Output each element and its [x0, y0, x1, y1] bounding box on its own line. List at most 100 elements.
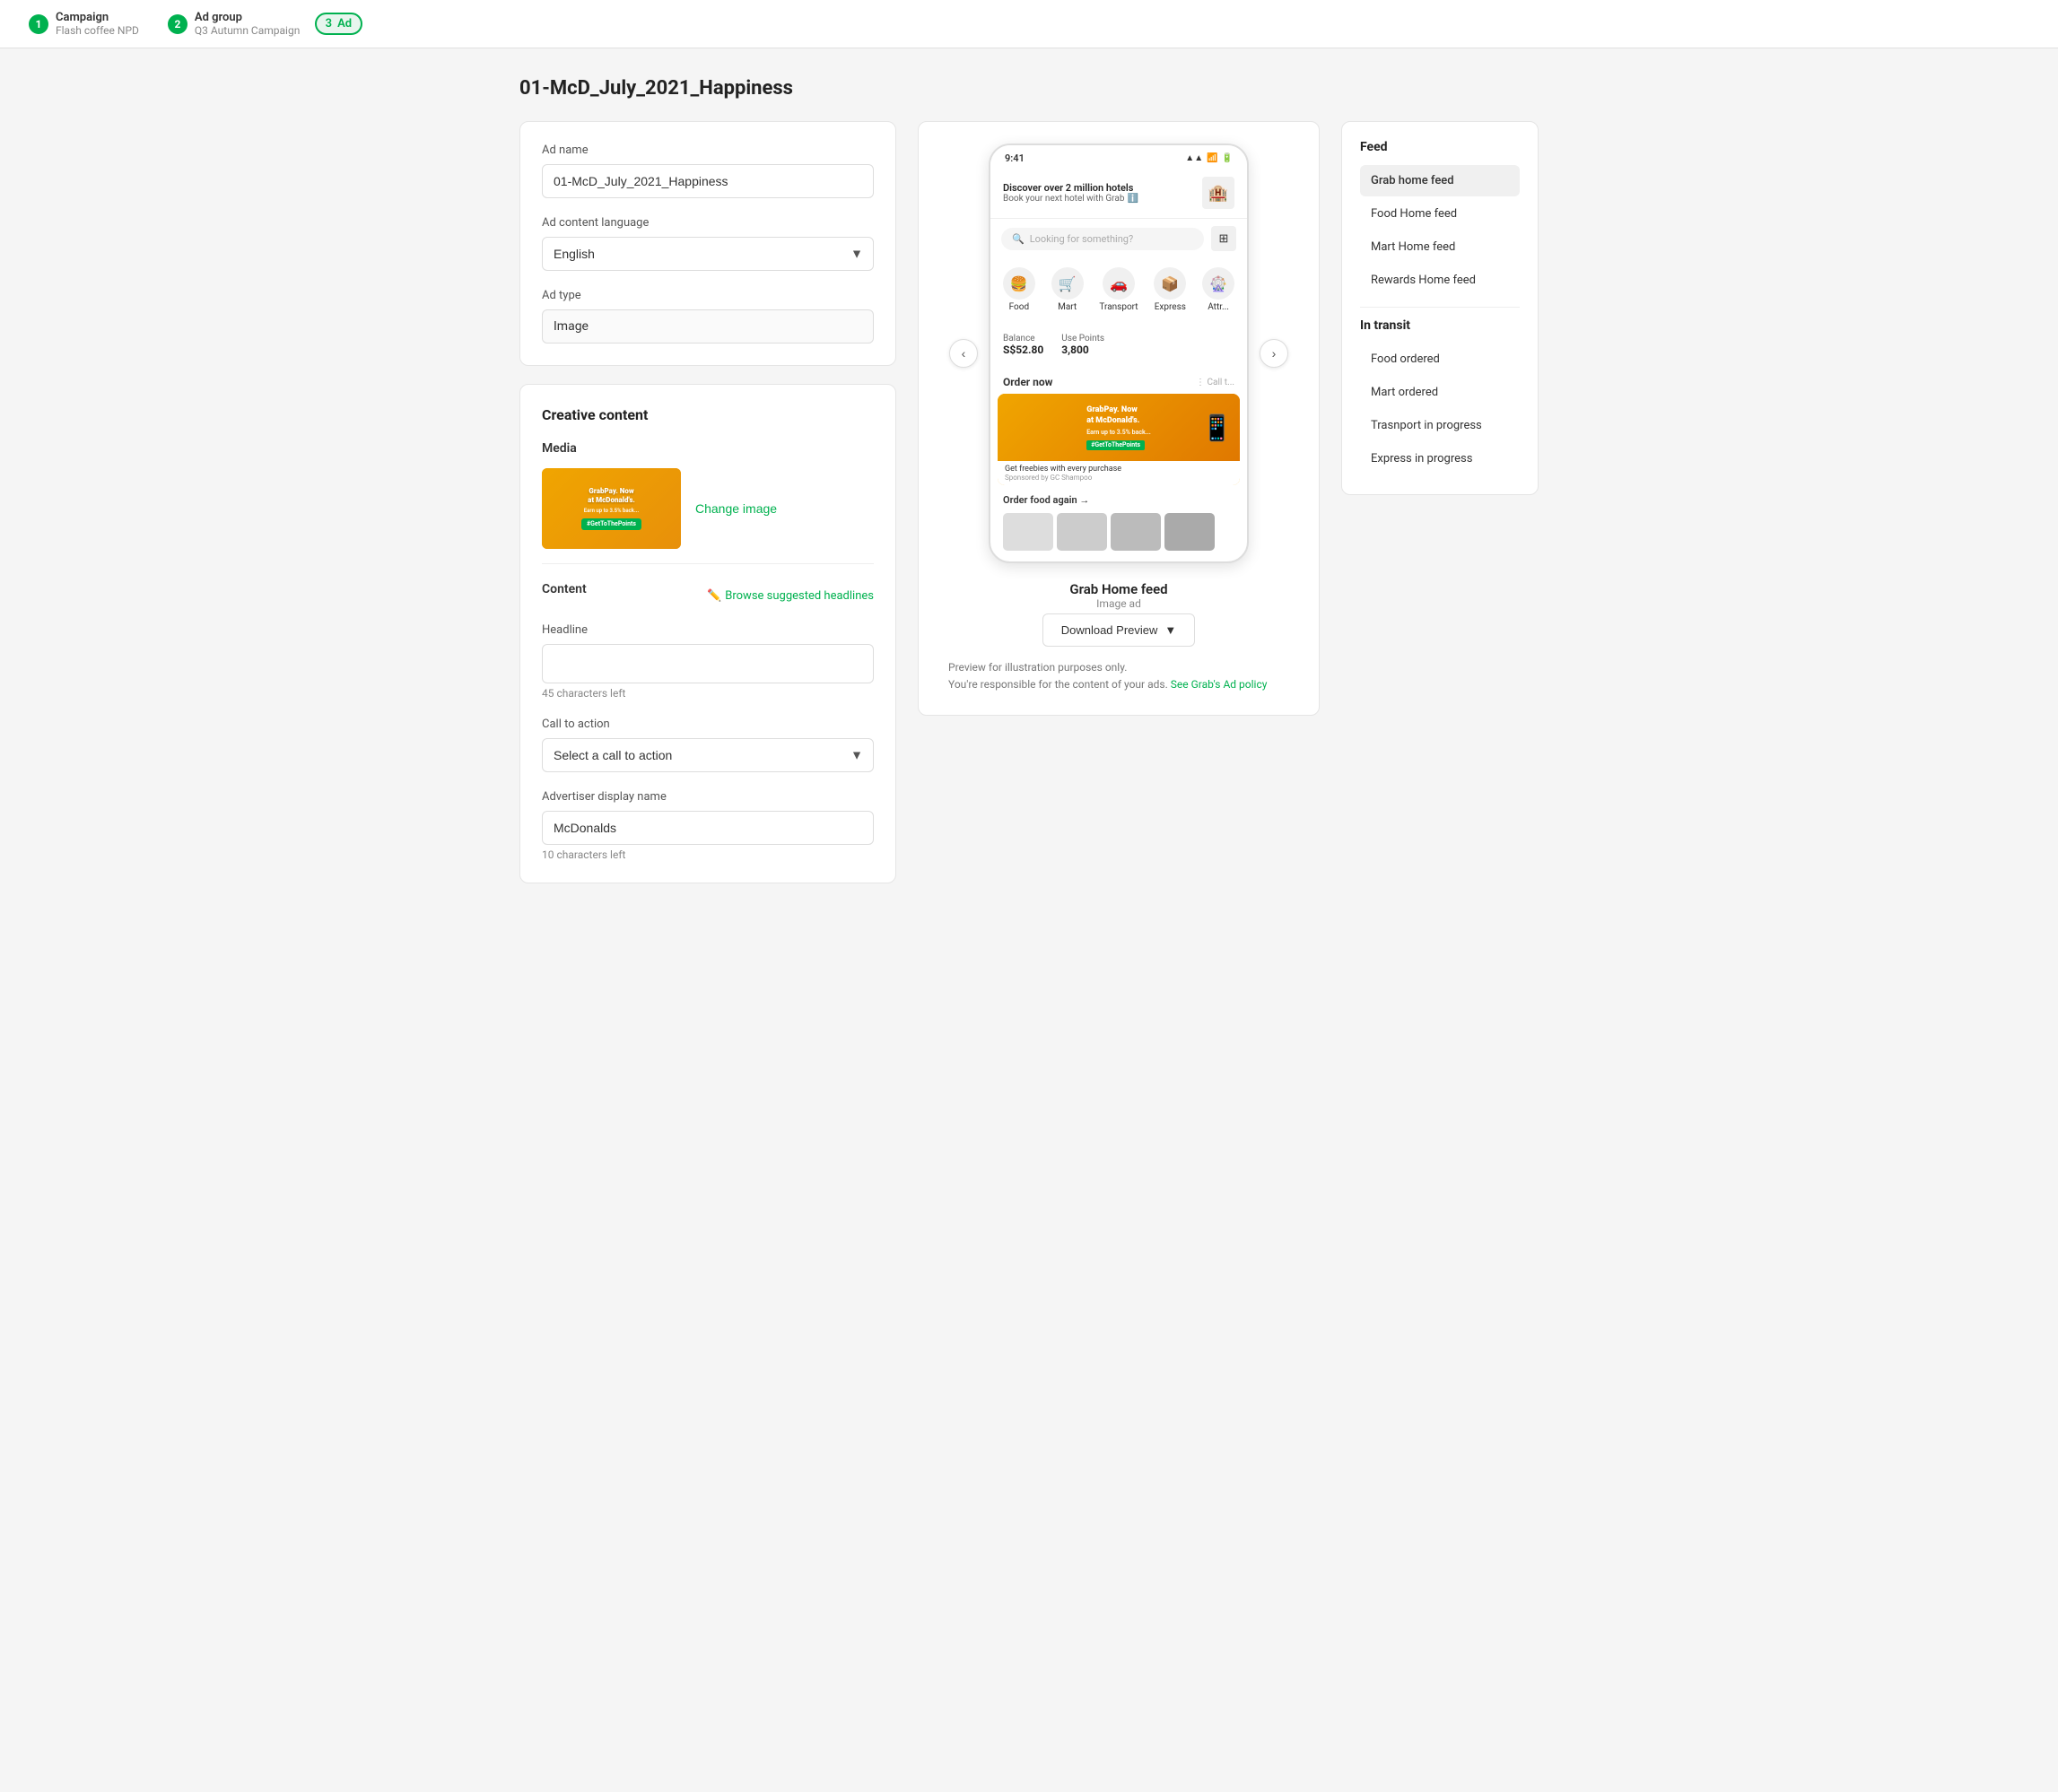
- caption-subtitle: Image ad: [1069, 597, 1167, 610]
- feed-header: Order now ⋮ Call t...: [998, 372, 1240, 394]
- ad-details-card: Ad name Ad content language English ▼ Ad…: [519, 121, 896, 366]
- step-1-subtitle: Flash coffee NPD: [56, 24, 139, 37]
- service-express[interactable]: 📦 Express: [1154, 267, 1186, 312]
- step-2-badge: 2: [168, 14, 187, 34]
- page-title: 01-McD_July_2021_Happiness: [519, 77, 1539, 100]
- service-mart[interactable]: 🛒 Mart: [1051, 267, 1084, 312]
- media-thumb-inner: GrabPay. Nowat McDonald's. Earn up to 3.…: [542, 468, 681, 549]
- feed-item-express-progress[interactable]: Express in progress: [1360, 443, 1520, 474]
- ad-name-input[interactable]: [542, 164, 874, 198]
- right-panel: Feed Grab home feed Food Home feed Mart …: [1341, 121, 1539, 495]
- feed-item-transport-progress[interactable]: Trasnport in progress: [1360, 410, 1520, 441]
- scan-icon: ⊞: [1211, 226, 1236, 251]
- language-select-wrapper: English ▼: [542, 237, 874, 271]
- express-service-icon: 📦: [1154, 267, 1186, 300]
- language-group: Ad content language English ▼: [542, 216, 874, 271]
- call-to-action-select[interactable]: Select a call to action: [542, 738, 874, 772]
- service-transport[interactable]: 🚗 Transport: [1099, 267, 1138, 312]
- middle-panel: ‹ 9:41 ▲▲ 📶 🔋: [918, 121, 1320, 716]
- service-food[interactable]: 🍔 Food: [1003, 267, 1035, 312]
- carousel-prev-button[interactable]: ‹: [949, 339, 978, 368]
- call-to-action-label: Call to action: [542, 718, 874, 731]
- headline-input[interactable]: [542, 644, 874, 683]
- media-label: Media: [542, 441, 874, 456]
- call-to-action-group: Call to action Select a call to action ▼: [542, 718, 874, 772]
- caption-title: Grab Home feed: [1069, 581, 1167, 597]
- call-to-action-select-wrapper: Select a call to action ▼: [542, 738, 874, 772]
- search-bar[interactable]: 🔍 Looking for something?: [1001, 228, 1204, 250]
- advertiser-name-group: Advertiser display name 10 characters le…: [542, 790, 874, 861]
- in-transit-items-list: Food ordered Mart ordered Trasnport in p…: [1360, 344, 1520, 474]
- advertiser-label: Advertiser display name: [542, 790, 874, 804]
- wifi-icon: ▲▲: [1185, 153, 1203, 163]
- ad-card-image: GrabPay. Now at McDonald's. Earn up to 3…: [998, 394, 1240, 461]
- headline-char-hint: 45 characters left: [542, 687, 874, 700]
- feed-item-mart-home[interactable]: Mart Home feed: [1360, 231, 1520, 263]
- step-2-info: Ad group Q3 Autumn Campaign: [195, 11, 300, 37]
- feed-item-grab-home[interactable]: Grab home feed: [1360, 165, 1520, 196]
- step-1-info: Campaign Flash coffee NPD: [56, 11, 139, 37]
- download-label: Download Preview: [1061, 623, 1158, 637]
- preview-card: ‹ 9:41 ▲▲ 📶 🔋: [918, 121, 1320, 716]
- headline-label: Headline: [542, 623, 874, 637]
- order-food-again: Order food again →: [998, 491, 1240, 509]
- food-thumbnails: [998, 509, 1240, 554]
- phone-status-bar: 9:41 ▲▲ 📶 🔋: [990, 145, 1247, 168]
- status-icons: ▲▲ 📶 🔋: [1185, 153, 1233, 163]
- ad-type-value: Image: [542, 309, 874, 344]
- phone-carousel: ‹ 9:41 ▲▲ 📶 🔋: [940, 144, 1297, 563]
- media-section: Media GrabPay. Nowat McDonald's. Earn up…: [542, 441, 874, 564]
- transport-service-icon: 🚗: [1103, 267, 1135, 300]
- nav-step-1[interactable]: 1 Campaign Flash coffee NPD: [29, 11, 139, 37]
- disclaimer-line1: Preview for illustration purposes only.: [948, 659, 1289, 676]
- change-image-button[interactable]: Change image: [695, 501, 777, 516]
- ad-type-group: Ad type Image: [542, 289, 874, 344]
- advertiser-input[interactable]: [542, 811, 874, 845]
- pencil-icon: ✏️: [707, 589, 721, 603]
- language-label: Ad content language: [542, 216, 874, 230]
- search-icon: 🔍: [1012, 233, 1025, 245]
- ad-card-footer: Get freebies with every purchase Sponsor…: [998, 461, 1240, 485]
- hotel-banner-subtitle: Book your next hotel with Grab ℹ️: [1003, 194, 1138, 204]
- advertiser-char-hint: 10 characters left: [542, 848, 874, 861]
- page-content: 01-McD_July_2021_Happiness Ad name Ad co…: [491, 48, 1567, 912]
- food-thumb-3: [1111, 513, 1161, 551]
- battery-icon: 🔋: [1222, 153, 1233, 163]
- ad-card-text: GrabPay. Now at McDonald's. Earn up to 3…: [1086, 405, 1151, 451]
- feed-more: ⋮ Call t...: [1196, 378, 1234, 387]
- phone-mockup: 9:41 ▲▲ 📶 🔋 Discover over 2 million hote…: [989, 144, 1249, 563]
- food-thumb-1: [1003, 513, 1053, 551]
- ad-name-label: Ad name: [542, 144, 874, 157]
- points-label: Use Points: [1061, 334, 1104, 344]
- service-attractions[interactable]: 🎡 Attr...: [1202, 267, 1234, 312]
- in-transit-title: In transit: [1360, 318, 1520, 333]
- feed-list-card: Feed Grab home feed Food Home feed Mart …: [1341, 121, 1539, 495]
- order-now-label: Order now: [1003, 376, 1052, 388]
- feed-item-food-ordered[interactable]: Food ordered: [1360, 344, 1520, 375]
- main-layout: Ad name Ad content language English ▼ Ad…: [519, 121, 1539, 883]
- feed-item-mart-ordered[interactable]: Mart ordered: [1360, 377, 1520, 408]
- feed-items-list: Grab home feed Food Home feed Mart Home …: [1360, 165, 1520, 296]
- attractions-service-icon: 🎡: [1202, 267, 1234, 300]
- nav-step-3[interactable]: 3 Ad: [328, 14, 348, 34]
- ad-type-label: Ad type: [542, 289, 874, 302]
- mart-service-icon: 🛒: [1051, 267, 1084, 300]
- step-3-badge: 3 Ad: [328, 14, 348, 34]
- info-icon: ℹ️: [1127, 194, 1138, 204]
- ad-policy-link[interactable]: See Grab's Ad policy: [1171, 678, 1268, 691]
- nav-step-2[interactable]: 2 Ad group Q3 Autumn Campaign: [168, 11, 300, 37]
- carousel-next-button[interactable]: ›: [1260, 339, 1288, 368]
- creative-content-card: Creative content Media GrabPay. Nowat Mc…: [519, 384, 896, 883]
- balance-item: Balance S$52.80: [1003, 334, 1043, 356]
- ad-tagline: Get freebies with every purchase: [1005, 465, 1121, 474]
- download-preview-button[interactable]: Download Preview ▼: [1042, 613, 1196, 647]
- browse-suggested-headlines-link[interactable]: ✏️ Browse suggested headlines: [707, 589, 874, 603]
- balance-label: Balance: [1003, 334, 1043, 344]
- language-select[interactable]: English: [542, 237, 874, 271]
- search-bar-row: 🔍 Looking for something? ⊞: [990, 219, 1247, 258]
- step-1-title: Campaign: [56, 11, 139, 24]
- feed-item-food-home[interactable]: Food Home feed: [1360, 198, 1520, 230]
- feed-item-rewards-home[interactable]: Rewards Home feed: [1360, 265, 1520, 296]
- left-panel: Ad name Ad content language English ▼ Ad…: [519, 121, 896, 883]
- balance-value: S$52.80: [1003, 344, 1043, 356]
